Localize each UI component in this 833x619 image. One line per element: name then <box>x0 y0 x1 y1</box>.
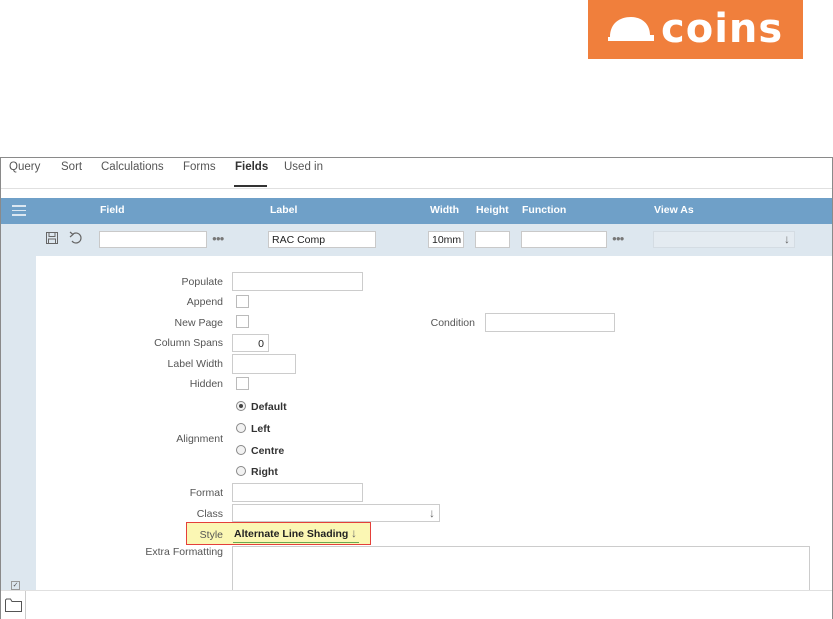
format-label: Format <box>189 487 223 499</box>
tab-fields[interactable]: Fields <box>235 159 268 175</box>
append-label: Append <box>186 296 223 308</box>
class-label: Class <box>196 508 223 520</box>
footer-divider <box>25 591 26 619</box>
alignment-centre-radio[interactable] <box>236 445 246 455</box>
tab-forms[interactable]: Forms <box>183 159 216 175</box>
report-designer-panel: Query Sort Calculations Forms Fields Use… <box>0 157 833 619</box>
append-checkbox[interactable] <box>236 295 249 308</box>
condition-input[interactable] <box>485 313 615 332</box>
left-gutter: ✓ <box>1 256 36 590</box>
format-input[interactable] <box>232 483 363 502</box>
tab-bar: Query Sort Calculations Forms Fields Use… <box>1 158 832 189</box>
alignment-centre-label: Centre <box>251 445 285 457</box>
col-function: Function <box>522 204 567 216</box>
col-height: Height <box>476 204 509 216</box>
chevron-down-icon: ↓ <box>429 506 435 520</box>
alignment-default-label: Default <box>251 401 287 413</box>
field-input[interactable] <box>99 231 207 248</box>
column-spans-input[interactable]: 0 <box>232 334 269 352</box>
chevron-down-icon: ↓ <box>351 526 357 540</box>
new-page-checkbox[interactable] <box>236 315 249 328</box>
tab-sort[interactable]: Sort <box>61 159 82 175</box>
tab-query[interactable]: Query <box>9 159 40 175</box>
logo-text: coins <box>661 6 784 52</box>
populate-input[interactable] <box>232 272 363 291</box>
fields-grid-header: Field Label Width Height Function View A… <box>1 198 832 224</box>
footer-bar <box>1 590 832 619</box>
class-select[interactable]: ↓ <box>232 504 440 522</box>
style-select-value: Alternate Line Shading <box>234 528 349 540</box>
field-edit-row: ●●● RAC Comp 10mm ●●● ↓ <box>1 224 832 256</box>
hard-hat-icon <box>608 17 654 41</box>
field-lookup-icon[interactable]: ●●● <box>212 234 224 243</box>
folder-icon[interactable] <box>5 598 22 612</box>
alignment-left-radio[interactable] <box>236 423 246 433</box>
alignment-label: Alignment <box>176 433 223 445</box>
height-input[interactable] <box>475 231 510 248</box>
alignment-left-label: Left <box>251 423 271 435</box>
label-input[interactable]: RAC Comp <box>268 231 376 248</box>
hidden-label: Hidden <box>189 378 223 390</box>
chevron-down-icon: ↓ <box>784 232 790 246</box>
col-view-as: View As <box>654 204 694 216</box>
function-lookup-icon[interactable]: ●●● <box>612 234 624 243</box>
tab-calculations[interactable]: Calculations <box>101 159 164 175</box>
alignment-right-radio[interactable] <box>236 466 246 476</box>
new-page-label: New Page <box>174 317 223 329</box>
col-width: Width <box>430 204 460 216</box>
label-width-label: Label Width <box>167 358 223 370</box>
populate-label: Populate <box>181 276 223 288</box>
width-input[interactable]: 10mm <box>428 231 464 248</box>
label-width-input[interactable] <box>232 354 296 374</box>
tab-used-in[interactable]: Used in <box>284 159 323 175</box>
undo-icon[interactable] <box>68 231 84 245</box>
save-icon[interactable] <box>46 232 58 244</box>
extra-formatting-label: Extra Formatting <box>145 546 223 558</box>
style-select[interactable]: Alternate Line Shading ↓ <box>233 526 359 543</box>
hidden-checkbox[interactable] <box>236 377 249 390</box>
checkbox-icon[interactable]: ✓ <box>11 581 20 590</box>
style-label: Style <box>199 529 223 541</box>
col-label: Label <box>270 204 298 216</box>
menu-icon[interactable] <box>12 205 26 217</box>
active-tab-indicator <box>234 185 267 187</box>
alignment-default-radio[interactable] <box>236 401 246 411</box>
view-as-select[interactable]: ↓ <box>653 231 795 248</box>
alignment-right-label: Right <box>251 466 278 478</box>
function-input[interactable] <box>521 231 607 248</box>
extra-formatting-textarea[interactable] <box>232 546 810 591</box>
coins-logo: coins <box>588 0 803 59</box>
column-spans-label: Column Spans <box>154 337 223 349</box>
col-field: Field <box>100 204 125 216</box>
condition-label: Condition <box>430 317 475 329</box>
